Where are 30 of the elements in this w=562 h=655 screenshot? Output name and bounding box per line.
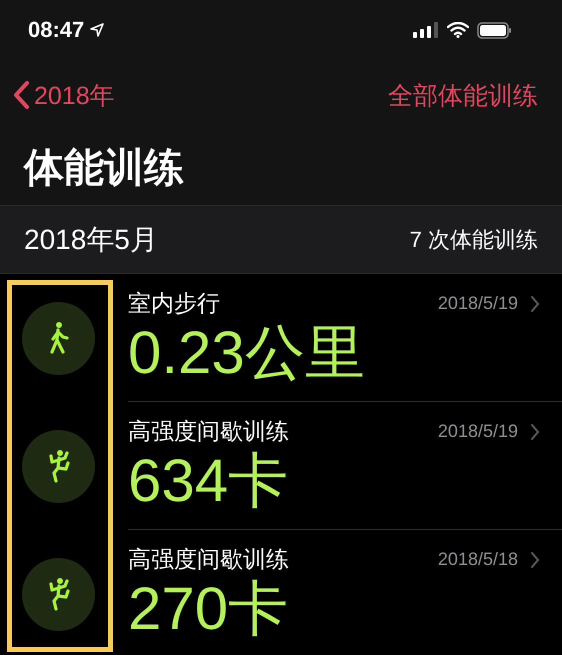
workout-name: 高强度间歇训练 xyxy=(128,545,289,574)
workout-date: 2018/5/19 xyxy=(438,293,518,314)
battery-icon xyxy=(477,22,512,38)
back-chevron-icon xyxy=(12,80,30,110)
running-figure-icon xyxy=(46,577,70,611)
workout-date: 2018/5/19 xyxy=(438,421,518,442)
workout-name: 高强度间歇训练 xyxy=(128,417,289,446)
workout-value: 0.23公里 xyxy=(128,319,366,387)
page-title: 体能训练 xyxy=(22,145,185,192)
all-workouts-link[interactable]: 全部体能训练 xyxy=(388,78,538,112)
back-label: 2018年 xyxy=(34,80,115,112)
workout-row[interactable]: 室内步行 2018/5/19 0.23公里 xyxy=(0,274,562,402)
location-arrow-icon xyxy=(90,23,104,37)
month-label: 2018年5月 xyxy=(24,222,158,256)
workout-count: 7 次体能训练 xyxy=(410,226,538,254)
workout-date: 2018/5/18 xyxy=(438,549,518,570)
workout-value: 634卡 xyxy=(128,447,290,515)
signal-icon xyxy=(413,22,439,38)
wifi-icon xyxy=(447,22,469,38)
status-time: 08:47 xyxy=(28,17,84,43)
workout-row[interactable]: 高强度间歇训练 2018/5/18 270卡 xyxy=(0,530,562,655)
walking-figure-icon xyxy=(48,321,70,355)
chevron-icon xyxy=(530,422,540,440)
chevron-icon xyxy=(530,550,540,568)
workout-row[interactable]: 高强度间歇训练 2018/5/19 634卡 xyxy=(0,402,562,530)
running-figure-icon xyxy=(46,449,70,483)
chevron-icon xyxy=(530,294,540,312)
workout-name: 室内步行 xyxy=(128,289,220,318)
back-button[interactable]: 2018年 xyxy=(12,78,115,112)
workout-value: 270卡 xyxy=(128,575,290,643)
